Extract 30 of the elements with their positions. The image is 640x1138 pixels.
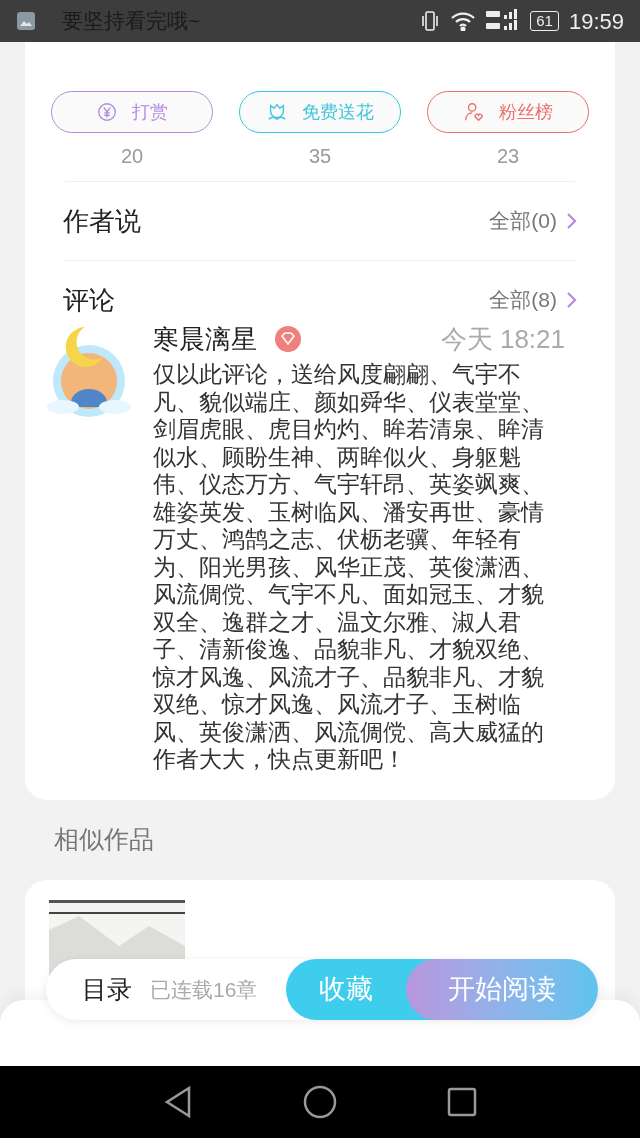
section-title: 评论: [63, 283, 115, 317]
image-icon: [16, 11, 36, 31]
person-heart-icon: [463, 101, 485, 123]
view-all-link[interactable]: 全部(8): [489, 284, 577, 316]
username: 寒晨漓星: [153, 322, 257, 356]
yen-coin-icon: [96, 101, 118, 123]
battery-indicator: 61: [530, 11, 559, 31]
action-count: 20: [120, 144, 144, 169]
section-title: 作者说: [63, 204, 141, 238]
vibrate-icon: [420, 10, 441, 32]
comment-text: 仅以此评论，送给风度翩翩、气宇不凡、貌似端庄、颜如舜华、仪表堂堂、剑眉虎眼、虎目灼灼、眸若清泉、眸清似水、顾盼生神、两眸似火、身躯魁伟、仪态万方、气宇轩昂、英姿飒爽、雄姿英发、玉树临风、潘安再世、豪情万丈、鸿鹄之志、伏枥老骥、年轻有为、阳光男孩、风华正茂、英俊潇洒、风流倜傥、气宇不凡、面如冠玉、才貌双全、逸群之才、温文尔雅、淑人君子、清新俊逸、品貌非凡、才貌双绝、惊才风逸、风流才子、品貌非凡、才貌双绝、惊才风逸、风流才子、玉树临风、英俊潇洒、风流倜傥、高大威猛的作者大大，快点更新吧！: [153, 361, 545, 774]
wifi-icon: [450, 11, 477, 31]
action-button[interactable]: 粉丝榜: [427, 91, 589, 133]
home-icon[interactable]: [303, 1085, 337, 1119]
tulip-icon: [266, 101, 288, 123]
view-all-link[interactable]: 全部(0): [489, 205, 577, 237]
action-count: 23: [496, 144, 520, 169]
start-reading-button[interactable]: 开始阅读: [406, 959, 598, 1020]
chevron-right-icon: [565, 212, 577, 230]
action-button[interactable]: 打赏: [51, 91, 213, 133]
chevron-right-icon: [565, 291, 577, 309]
comment-time: 今天 18:21: [440, 322, 565, 356]
clock: 19:59: [568, 7, 624, 36]
action-button[interactable]: 免费送花: [239, 91, 401, 133]
chapter-count: 已连载16章: [150, 976, 258, 1003]
back-icon[interactable]: [163, 1085, 193, 1119]
toc-button[interactable]: 目录: [82, 970, 132, 1009]
recents-icon[interactable]: [447, 1087, 477, 1117]
action-count: 35: [308, 144, 332, 169]
section-title: 相似作品: [54, 823, 155, 855]
